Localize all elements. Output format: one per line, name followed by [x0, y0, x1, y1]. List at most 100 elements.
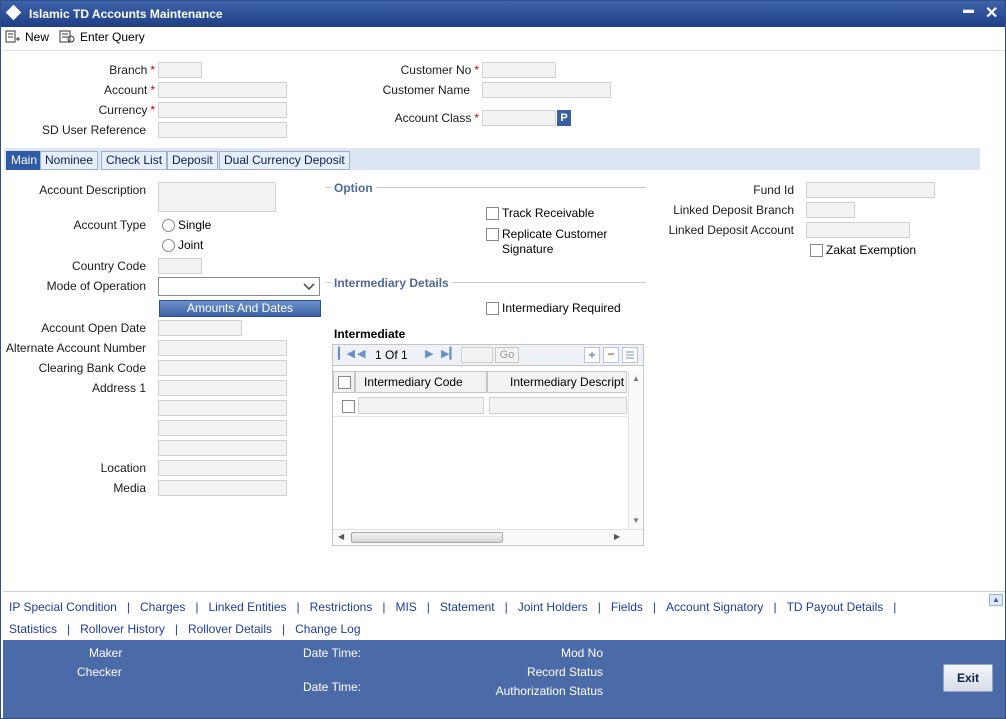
link-statement[interactable]: Statement — [440, 600, 495, 614]
customer-name-label: Customer Name — [382, 83, 470, 97]
account-open-date-input[interactable] — [158, 320, 242, 336]
horizontal-scroll-thumb[interactable] — [351, 532, 503, 543]
scroll-down-icon[interactable]: ▼ — [632, 516, 640, 525]
tab-dual-currency-deposit[interactable]: Dual Currency Deposit — [219, 151, 350, 170]
account-type-single-radio[interactable] — [162, 219, 175, 232]
address-line-3-input[interactable] — [158, 420, 287, 436]
branch-input[interactable] — [158, 62, 202, 78]
grid-toolbar: ▎◀ ◀ 1 Of 1 ▶ ▶▎ Go + − — [332, 344, 644, 366]
exit-button[interactable]: Exit — [943, 664, 993, 692]
account-type-joint-radio[interactable] — [162, 239, 175, 252]
close-icon[interactable]: ✕ — [985, 3, 998, 23]
linked-deposit-account-label: Linked Deposit Account — [668, 223, 794, 237]
table-row — [333, 395, 627, 417]
account-description-label: Account Description — [39, 183, 146, 197]
link-restrictions[interactable]: Restrictions — [310, 600, 373, 614]
link-account-signatory[interactable]: Account Signatory — [666, 600, 763, 614]
window-title: Islamic TD Accounts Maintenance — [29, 7, 223, 21]
link-rollover-details[interactable]: Rollover Details — [188, 622, 272, 636]
link-linked-entities[interactable]: Linked Entities — [208, 600, 286, 614]
link-fields[interactable]: Fields — [611, 600, 643, 614]
column-header-intermediary-description[interactable]: Intermediary Descript — [487, 371, 627, 393]
tab-deposit[interactable]: Deposit — [167, 151, 218, 170]
last-page-icon[interactable]: ▶▎ — [441, 347, 458, 360]
country-code-label: Country Code — [71, 259, 146, 273]
link-td-payout-details[interactable]: TD Payout Details — [787, 600, 884, 614]
linked-deposit-account-input[interactable] — [806, 222, 910, 238]
clearing-bank-code-input[interactable] — [158, 360, 287, 376]
amounts-and-dates-button[interactable]: Amounts And Dates — [159, 300, 321, 317]
collapse-footer-icon[interactable]: ▲ — [989, 594, 1003, 606]
enter-query-button[interactable]: Enter Query — [59, 28, 145, 46]
delete-row-icon[interactable]: − — [603, 347, 619, 363]
enter-query-icon — [59, 30, 75, 43]
location-input[interactable] — [158, 460, 287, 476]
row-select-checkbox[interactable] — [342, 400, 355, 413]
account-class-input[interactable] — [482, 110, 556, 126]
zakat-exemption-label: Zakat Exemption — [826, 243, 917, 257]
mod-no-label: Mod No — [560, 646, 603, 660]
link-statistics[interactable]: Statistics — [9, 622, 57, 636]
scroll-up-icon[interactable]: ▲ — [632, 374, 640, 383]
grid-vertical-scrollbar[interactable]: ▲ ▼ — [628, 371, 642, 529]
replicate-signature-checkbox[interactable] — [486, 228, 499, 241]
link-joint-holders[interactable]: Joint Holders — [518, 600, 588, 614]
link-rollover-history[interactable]: Rollover History — [80, 622, 165, 636]
link-change-log[interactable]: Change Log — [295, 622, 360, 636]
link-mis[interactable]: MIS — [395, 600, 416, 614]
media-label: Media — [113, 481, 146, 495]
sd-user-reference-input[interactable] — [158, 122, 287, 138]
alternate-account-number-label: Alternate Account Number — [5, 341, 146, 355]
track-receivable-checkbox[interactable] — [486, 207, 499, 220]
account-description-input[interactable] — [158, 182, 276, 212]
address-line-4-input[interactable] — [158, 440, 287, 456]
footer-links-row-1: IP Special Condition | Charges | Linked En… — [9, 600, 897, 614]
branch-label: Branch * — [109, 63, 155, 77]
single-view-icon[interactable] — [622, 347, 638, 363]
currency-label: Currency * — [98, 103, 155, 117]
intermediary-required-checkbox[interactable] — [486, 302, 499, 315]
customer-name-input[interactable] — [482, 82, 611, 98]
next-page-icon[interactable]: ▶ — [425, 347, 433, 360]
add-row-icon[interactable]: + — [584, 347, 600, 363]
tab-main[interactable]: Main — [6, 151, 43, 170]
mode-of-operation-select[interactable] — [158, 277, 320, 296]
link-ip-special-condition[interactable]: IP Special Condition — [9, 600, 117, 614]
first-page-icon[interactable]: ▎◀ — [338, 347, 355, 360]
account-class-lov-button[interactable]: P — [557, 110, 571, 126]
fund-id-input[interactable] — [806, 182, 935, 198]
footer-links-row-2: Statistics | Rollover History | Rollover D… — [9, 622, 361, 636]
mode-of-operation-label: Mode of Operation — [46, 279, 146, 293]
customer-no-input[interactable] — [482, 62, 556, 78]
new-button[interactable]: New — [5, 28, 49, 46]
scroll-right-icon[interactable]: ▶ — [614, 532, 620, 541]
go-button[interactable]: Go — [495, 347, 519, 363]
previous-page-icon[interactable]: ◀ — [357, 347, 365, 360]
chevron-down-icon — [303, 283, 315, 291]
minimize-icon[interactable]: ▬ — [963, 4, 974, 16]
account-label: Account * — [103, 83, 155, 97]
column-header-intermediary-code[interactable]: Intermediary Code — [355, 371, 487, 393]
location-label: Location — [100, 461, 146, 475]
select-all-checkbox[interactable] — [338, 376, 351, 389]
media-input[interactable] — [158, 480, 287, 496]
goto-page-input[interactable] — [461, 347, 493, 363]
address-line-1-input[interactable] — [158, 380, 287, 396]
linked-deposit-branch-input[interactable] — [806, 202, 855, 218]
link-charges[interactable]: Charges — [140, 600, 185, 614]
currency-input[interactable] — [158, 102, 287, 118]
tab-nominee[interactable]: Nominee — [40, 151, 99, 170]
intermediary-description-cell-input[interactable] — [489, 397, 627, 414]
grid-pager: 1 Of 1 — [375, 348, 408, 362]
select-all-header — [333, 371, 355, 393]
clearing-bank-code-label: Clearing Bank Code — [38, 361, 146, 375]
zakat-exemption-checkbox[interactable] — [810, 244, 823, 257]
alternate-account-number-input[interactable] — [158, 340, 287, 356]
grid-horizontal-scrollbar[interactable]: ◀ ▶ — [333, 529, 643, 545]
account-input[interactable] — [158, 82, 287, 98]
intermediary-code-cell-input[interactable] — [358, 397, 484, 414]
address-line-2-input[interactable] — [158, 400, 287, 416]
tab-check-list[interactable]: Check List — [101, 151, 168, 170]
scroll-left-icon[interactable]: ◀ — [338, 532, 344, 541]
country-code-input[interactable] — [158, 258, 202, 274]
